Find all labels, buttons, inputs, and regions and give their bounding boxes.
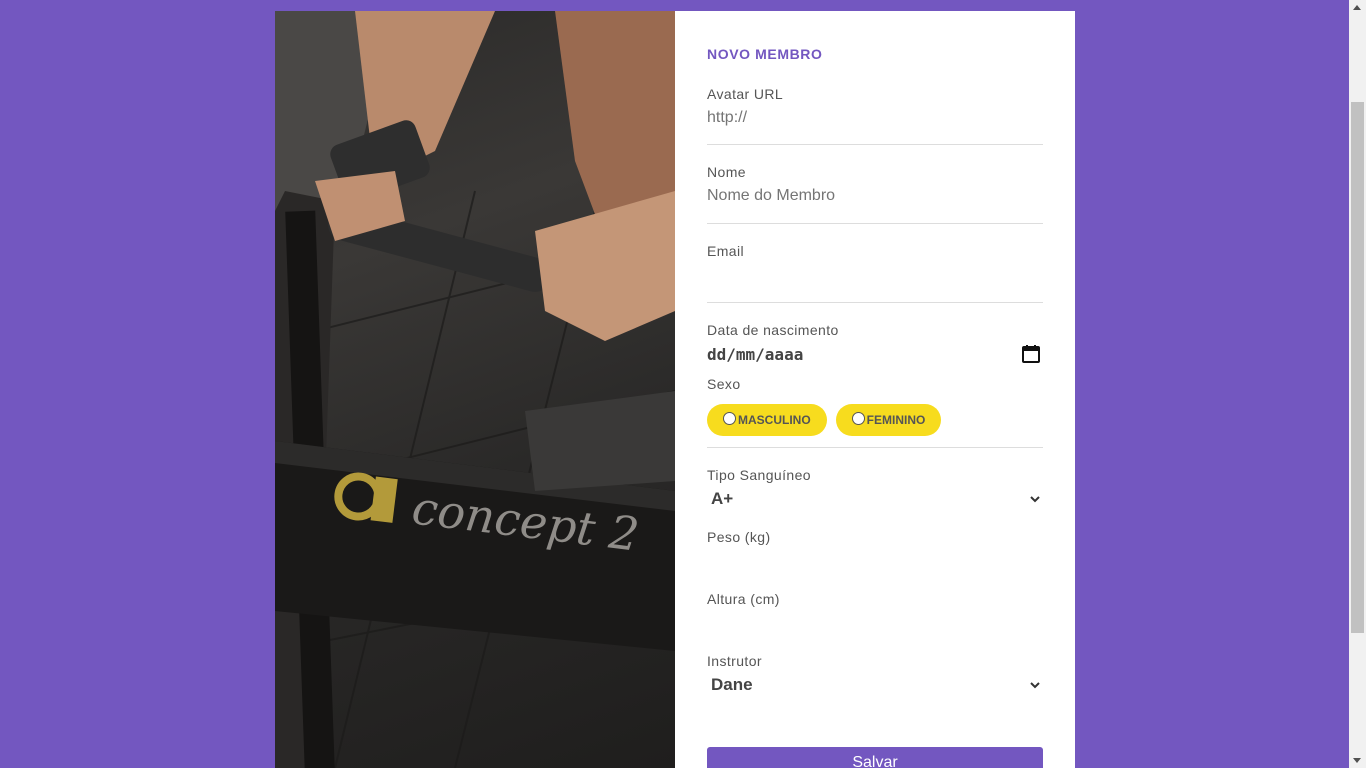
nome-input[interactable]: [707, 186, 1043, 206]
chevron-down-icon[interactable]: [1030, 676, 1040, 694]
tipo-sanguineo-label: Tipo Sanguíneo: [707, 467, 811, 483]
sexo-label: Sexo: [707, 376, 741, 392]
tipo-sanguineo-field: Tipo Sanguíneo A+: [707, 467, 1043, 517]
tipo-sanguineo-select[interactable]: A+: [707, 489, 1043, 509]
altura-input[interactable]: [707, 613, 1043, 633]
nome-field: Nome: [707, 164, 1043, 224]
email-input[interactable]: [707, 265, 1043, 285]
gym-rowing-photo: concept 2: [275, 11, 675, 768]
new-member-form: NOVO MEMBRO Avatar URL Nome Email Data d…: [675, 11, 1075, 768]
avatar-url-label: Avatar URL: [707, 86, 784, 102]
peso-field: Peso (kg): [707, 529, 1043, 591]
instrutor-label: Instrutor: [707, 653, 762, 669]
instrutor-select[interactable]: Dane: [707, 675, 1043, 695]
chevron-down-icon[interactable]: [1030, 490, 1040, 508]
avatar-url-field: Avatar URL: [707, 86, 1043, 145]
new-member-card: concept 2 NOVO MEMBRO Avatar URL Nome Em…: [275, 11, 1075, 768]
radio-icon[interactable]: [723, 411, 736, 425]
save-button[interactable]: Salvar: [707, 747, 1043, 768]
birthdate-field: Data de nascimento dd/mm/aaaa: [707, 322, 1043, 374]
sexo-field: Sexo MASCULINO FEMININO: [707, 376, 1043, 448]
instrutor-field: Instrutor Dane: [707, 653, 1043, 709]
peso-label: Peso (kg): [707, 529, 771, 545]
sexo-option-masculino[interactable]: MASCULINO: [707, 404, 827, 436]
sexo-option-feminino-label: FEMININO: [866, 413, 926, 427]
scroll-up-arrow-icon[interactable]: [1353, 5, 1361, 10]
instrutor-value: Dane: [711, 675, 753, 694]
radio-icon[interactable]: [851, 411, 865, 425]
peso-input[interactable]: [707, 551, 1043, 571]
sexo-option-feminino[interactable]: FEMININO: [835, 404, 942, 436]
altura-label: Altura (cm): [707, 591, 780, 607]
nome-label: Nome: [707, 164, 746, 180]
scroll-thumb[interactable]: [1351, 102, 1364, 633]
page-scrollbar[interactable]: [1349, 0, 1366, 768]
email-label: Email: [707, 243, 745, 259]
form-title: NOVO MEMBRO: [707, 46, 823, 62]
birthdate-input[interactable]: dd/mm/aaaa: [707, 344, 1043, 364]
birthdate-value[interactable]: dd/mm/aaaa: [707, 345, 803, 364]
rowing-machine-illustration: concept 2: [275, 11, 675, 768]
avatar-url-input[interactable]: [707, 108, 1043, 128]
sexo-options: MASCULINO FEMININO: [707, 404, 1043, 436]
sexo-option-masculino-label: MASCULINO: [738, 413, 811, 427]
birthdate-label: Data de nascimento: [707, 322, 839, 338]
altura-field: Altura (cm): [707, 591, 1043, 653]
scroll-down-arrow-icon[interactable]: [1353, 758, 1361, 763]
calendar-icon[interactable]: [1021, 344, 1041, 364]
tipo-sanguineo-value: A+: [711, 489, 734, 508]
email-field: Email: [707, 243, 1043, 303]
